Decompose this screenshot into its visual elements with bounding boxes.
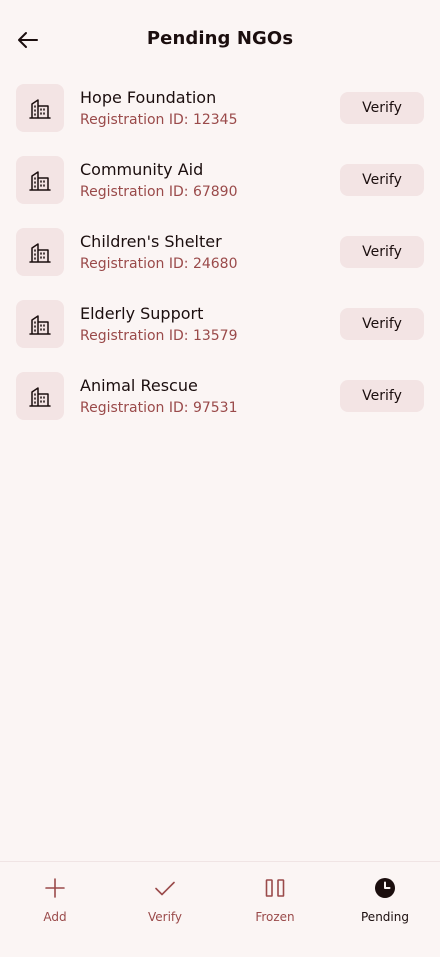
verify-button[interactable]: Verify [340, 164, 424, 196]
verify-button[interactable]: Verify [340, 92, 424, 124]
ngo-registration-id: Registration ID: 97531 [80, 400, 238, 416]
page-title: Pending NGOs [146, 28, 294, 49]
ngo-row: Elderly Support Registration ID: 13579 V… [0, 300, 440, 372]
building-icon [29, 171, 51, 191]
ngo-thumbnail [16, 372, 64, 420]
ngo-row: Hope Foundation Registration ID: 12345 V… [0, 84, 440, 156]
ngo-thumbnail [16, 84, 64, 132]
ngo-name: Animal Rescue [80, 376, 198, 395]
ngo-name: Community Aid [80, 160, 204, 179]
ngo-registration-id: Registration ID: 24680 [80, 256, 238, 272]
ngo-name: Children's Shelter [80, 232, 222, 251]
check-icon [153, 876, 177, 900]
nav-item-add[interactable]: Add [0, 862, 110, 957]
nav-label: Pending [361, 910, 409, 924]
verify-button[interactable]: Verify [340, 236, 424, 268]
verify-button[interactable]: Verify [340, 380, 424, 412]
building-icon [29, 99, 51, 119]
ngo-registration-id: Registration ID: 67890 [80, 184, 238, 200]
ngo-registration-id: Registration ID: 13579 [80, 328, 238, 344]
nav-item-frozen[interactable]: Frozen [220, 862, 330, 957]
ngo-thumbnail [16, 300, 64, 348]
ngo-row: Community Aid Registration ID: 67890 Ver… [0, 156, 440, 228]
bottom-nav: Add Verify Frozen Pending [0, 861, 440, 957]
ngo-registration-id: Registration ID: 12345 [80, 112, 238, 128]
building-icon [29, 243, 51, 263]
ngo-thumbnail [16, 156, 64, 204]
ngo-row: Children's Shelter Registration ID: 2468… [0, 228, 440, 300]
nav-item-verify[interactable]: Verify [110, 862, 220, 957]
nav-item-pending[interactable]: Pending [330, 862, 440, 957]
plus-icon [43, 876, 67, 900]
clock-icon [373, 876, 397, 900]
header: Pending NGOs [0, 0, 440, 80]
ngo-name: Elderly Support [80, 304, 204, 323]
ngo-name: Hope Foundation [80, 88, 217, 107]
ngo-list: Hope Foundation Registration ID: 12345 V… [0, 84, 440, 444]
building-icon [29, 315, 51, 335]
nav-label: Verify [147, 910, 183, 924]
nav-label: Add [43, 910, 67, 924]
ngo-thumbnail [16, 228, 64, 276]
building-icon [29, 387, 51, 407]
ngo-row: Animal Rescue Registration ID: 97531 Ver… [0, 372, 440, 444]
nav-label: Frozen [255, 910, 295, 924]
verify-button[interactable]: Verify [340, 308, 424, 340]
pause-icon [263, 876, 287, 900]
